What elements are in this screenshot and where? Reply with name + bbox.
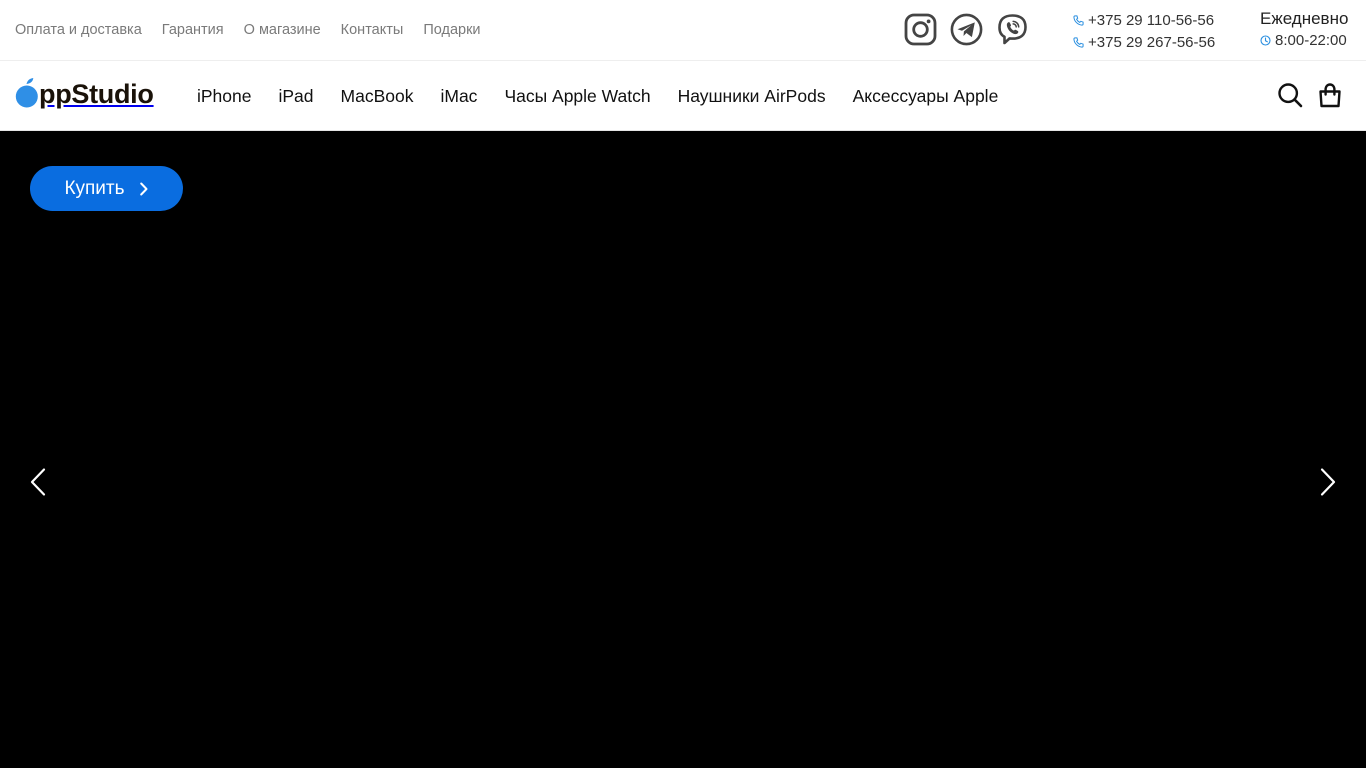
top-link-contacts[interactable]: Контакты [341,21,404,39]
category-menu: iPhone iPad MacBook iMac Часы Apple Watc… [197,85,1025,107]
phone-icon [1073,36,1084,48]
menu-item-airpods[interactable]: Наушники AirPods [678,85,826,107]
top-link-payment-delivery[interactable]: Оплата и доставка [15,21,142,39]
phone-numbers: +375 29 110-56-56 +375 29 267-56-56 [1073,9,1215,53]
phone-number[interactable]: +375 29 110-56-56 [1088,12,1214,29]
slider-next-button[interactable] [1319,467,1337,497]
social-links [904,13,1042,46]
top-links: Оплата и доставка Гарантия О магазине Ко… [15,21,501,39]
hours-days: Ежедневно [1260,9,1349,28]
main-nav: ppStudio iPhone iPad MacBook iMac Часы A… [0,61,1366,131]
phone-row-2[interactable]: +375 29 267-56-56 [1073,31,1215,53]
phone-number[interactable]: +375 29 267-56-56 [1088,34,1215,51]
buy-button-label: Купить [64,177,125,199]
hero-slider: Купить [0,131,1366,768]
logo-apple-mark-icon [15,78,38,108]
clock-icon [1260,35,1271,46]
instagram-icon[interactable] [904,13,937,46]
chevron-left-icon [30,468,46,496]
buy-button[interactable]: Купить [30,166,183,211]
menu-item-accessories[interactable]: Аксессуары Apple [853,85,999,107]
working-hours: Ежедневно 8:00-22:00 [1260,9,1348,49]
phone-icon [1073,14,1084,26]
top-bar: Оплата и доставка Гарантия О магазине Ко… [0,0,1366,61]
menu-item-ipad[interactable]: iPad [279,85,314,107]
chevron-right-icon [139,182,148,195]
logo-text: ppStudio [39,79,154,109]
shopping-bag-icon[interactable] [1317,82,1343,108]
hours-time-row: 8:00-22:00 [1260,32,1348,49]
chevron-right-icon [1320,468,1336,496]
menu-item-iphone[interactable]: iPhone [197,85,252,107]
logo[interactable]: ppStudio [15,71,154,109]
menu-item-macbook[interactable]: MacBook [341,85,414,107]
telegram-icon[interactable] [950,13,983,46]
search-icon[interactable] [1277,82,1303,108]
phone-row-1[interactable]: +375 29 110-56-56 [1073,9,1215,31]
top-link-gifts[interactable]: Подарки [423,21,480,39]
slider-prev-button[interactable] [29,467,47,497]
menu-item-apple-watch[interactable]: Часы Apple Watch [504,85,650,107]
viber-icon[interactable] [996,13,1029,46]
menu-item-imac[interactable]: iMac [440,85,477,107]
top-link-warranty[interactable]: Гарантия [162,21,224,39]
top-link-about[interactable]: О магазине [244,21,321,39]
hours-time: 8:00-22:00 [1275,32,1347,49]
